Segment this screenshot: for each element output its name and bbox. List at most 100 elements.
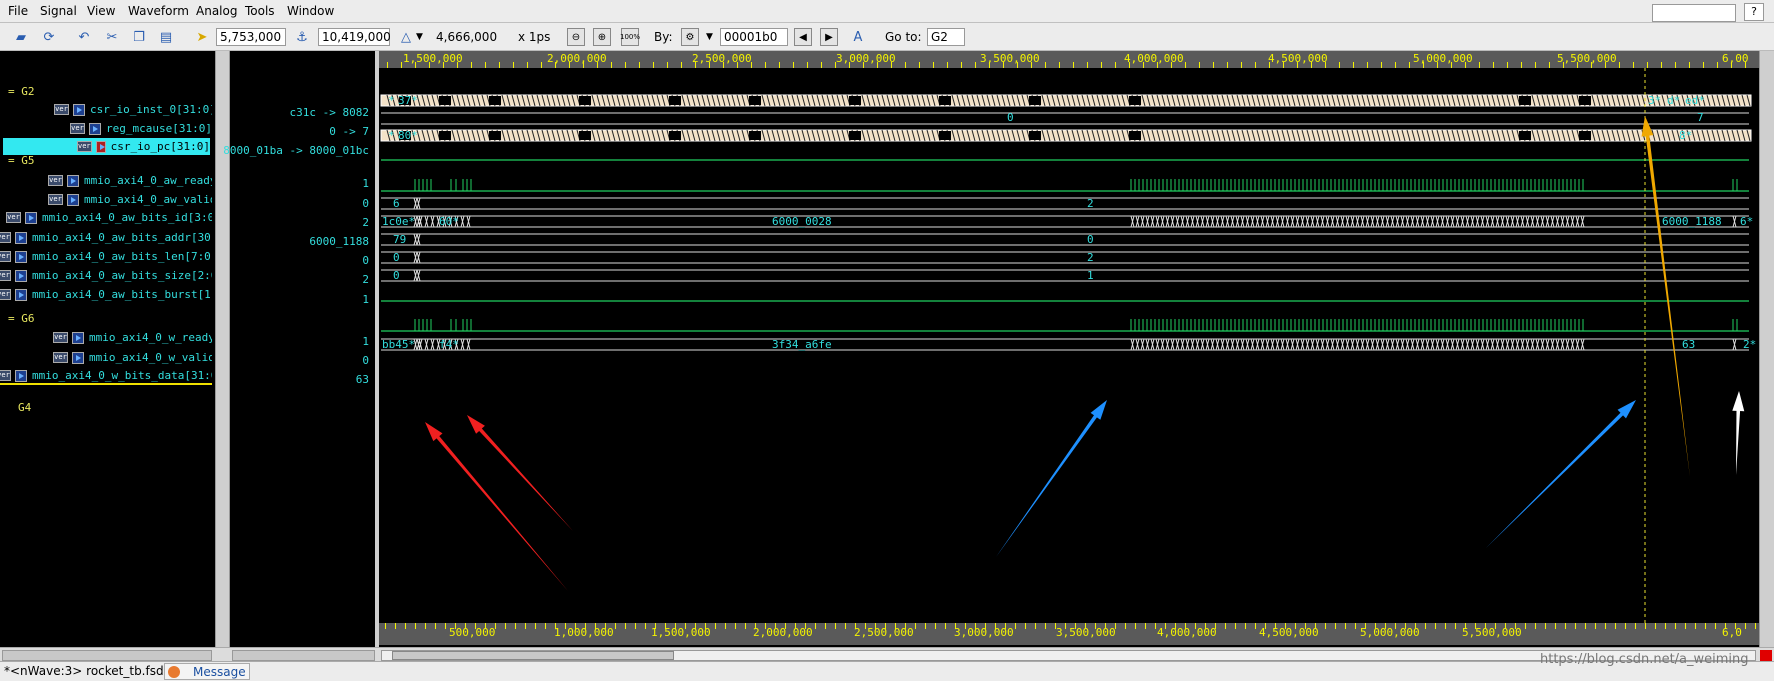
verilog-tag-icon: ver (0, 251, 11, 262)
vertical-scrollbar[interactable] (1759, 51, 1774, 647)
search-by-icon[interactable]: ⚙ (681, 28, 699, 46)
panel-splitter[interactable] (215, 51, 230, 647)
bus-transition (416, 233, 421, 246)
ruler-tick (1175, 623, 1176, 629)
bus-transition (1480, 338, 1485, 351)
menu-window[interactable]: Window (287, 4, 334, 18)
open-folder-icon[interactable]: ▰ (12, 28, 30, 46)
bus-transition (1255, 215, 1260, 228)
group-g5[interactable]: = G5 (8, 154, 35, 167)
signal-row[interactable]: ver mmio_axi4_0_aw_valid (48, 191, 212, 208)
ruler-tick-label: 4,500,000 (1259, 626, 1319, 639)
signal-row[interactable]: ver mmio_axi4_0_aw_bits_id[3:0] (6, 209, 212, 226)
ruler-tick (745, 623, 746, 629)
bus-gap (1519, 131, 1531, 140)
bus-transition (1530, 338, 1535, 351)
bus-transition (1405, 215, 1410, 228)
bus-transition (1305, 338, 1310, 351)
search-by-dropdown-icon[interactable]: ▼ (706, 28, 713, 46)
ruler-tick (605, 623, 606, 629)
values-hscrollbar[interactable] (232, 650, 375, 661)
output-port-icon (15, 288, 27, 301)
signal-row[interactable]: ver mmio_axi4_0_w_bits_data[31:0] (0, 368, 212, 385)
zoom-out-icon[interactable]: ⊖ (567, 28, 585, 46)
menu-signal[interactable]: Signal (40, 4, 77, 18)
waveform-canvas[interactable]: 1,500,000 2,000,000 2,500,000 3,000,000 3,50… (379, 51, 1759, 647)
group-g2[interactable]: = G2 (8, 85, 35, 98)
bus-transition (1530, 215, 1535, 228)
signal-row-selected[interactable]: ver csr_io_pc[31:0] (3, 138, 210, 155)
ruler-tick (1715, 623, 1716, 629)
wave-label: d* (1667, 94, 1681, 107)
bus-transition (1732, 338, 1737, 351)
signal-row[interactable]: ver mmio_axi4_0_aw_bits_size[2:0] (0, 267, 212, 284)
menu-waveform[interactable]: Waveform (128, 4, 189, 18)
ruler-tick (595, 623, 596, 629)
bus-transition (1495, 338, 1500, 351)
ruler-tick (725, 623, 726, 629)
bus-gap (749, 131, 761, 140)
window-tab[interactable]: *<nWave:3> rocket_tb.fsdb (4, 664, 171, 678)
ruler-tick (965, 623, 966, 629)
bus-transition (1515, 338, 1520, 351)
paste-icon[interactable]: ▤ (157, 28, 175, 46)
auto-search-icon[interactable]: A (849, 28, 867, 46)
signal-value: 1 (362, 293, 369, 306)
help-icon[interactable]: ? (1744, 3, 1764, 21)
search-next-icon[interactable]: ▶ (820, 28, 838, 46)
signal-row[interactable]: ver mmio_axi4_0_w_valid (53, 349, 212, 366)
undo-icon[interactable]: ↶ (75, 28, 93, 46)
zoom-in-icon[interactable]: ⊕ (593, 28, 611, 46)
signal-row[interactable]: ver mmio_axi4_0_aw_bits_len[7:0] (0, 248, 212, 265)
verilog-tag-icon: ver (53, 332, 68, 343)
marker-icon[interactable]: ⚓ (293, 28, 311, 46)
cursor-pointer-icon[interactable]: ➤ (193, 28, 211, 46)
zoom-100-icon[interactable]: 100% (620, 28, 640, 46)
ruler-tick (1045, 623, 1046, 629)
bus-transition (1285, 215, 1290, 228)
ruler-tick (1585, 623, 1586, 629)
menu-tools[interactable]: Tools (245, 4, 275, 18)
ruler-tick (905, 623, 906, 629)
ruler-tick (465, 623, 466, 629)
signal-row[interactable]: ver reg_mcause[31:0] (70, 120, 212, 137)
marker-time-field[interactable]: 10,419,000 (318, 28, 391, 46)
goto-select[interactable]: G2 (927, 28, 965, 46)
delta-dropdown-icon[interactable]: ▼ (416, 28, 423, 46)
cursor-time-field[interactable]: 5,753,000 (216, 28, 286, 46)
search-value-select[interactable]: 00001b0 (720, 28, 788, 46)
message-tab[interactable]: Message (164, 663, 250, 680)
signal-row[interactable]: ver mmio_axi4_0_w_ready (53, 329, 212, 346)
waveform-scroll-thumb[interactable] (392, 651, 674, 660)
wave-label: bb45* (382, 338, 416, 351)
bus-transition (1445, 215, 1450, 228)
search-prev-icon[interactable]: ◀ (794, 28, 812, 46)
quick-search-input[interactable] (1652, 4, 1736, 22)
reload-icon[interactable]: ⟳ (40, 28, 58, 46)
ruler-tick (825, 623, 826, 629)
signal-row[interactable]: ver mmio_axi4_0_aw_ready (48, 172, 212, 189)
menu-file[interactable]: File (8, 4, 28, 18)
group-g6[interactable]: = G6 (8, 312, 35, 325)
signal-row[interactable]: ver csr_io_inst_0[31:0] (54, 101, 212, 118)
group-g4[interactable]: G4 (18, 401, 31, 414)
cut-icon[interactable]: ✂ (103, 28, 121, 46)
bus-transition (1240, 338, 1245, 351)
bus-transition (1140, 338, 1145, 351)
signal-row[interactable]: ver mmio_axi4_0_aw_bits_addr[30:0] (0, 229, 212, 246)
names-hscrollbar[interactable] (2, 650, 212, 661)
time-ruler-bottom[interactable]: 500,000 1,000,000 1,500,000 2,000,000 2,500,… (379, 623, 1759, 645)
menu-analog[interactable]: Analog (196, 4, 237, 18)
bus-transition (1290, 215, 1295, 228)
copy-icon[interactable]: ❐ (130, 28, 148, 46)
ruler-tick (485, 623, 486, 629)
signal-value: 2 (362, 216, 369, 229)
bus-transition (1210, 215, 1215, 228)
signal-row[interactable]: ver mmio_axi4_0_aw_bits_burst[1:0] (0, 286, 212, 303)
ruler-tick (1275, 623, 1276, 629)
menu-view[interactable]: View (87, 4, 115, 18)
wave-label: 63 (1682, 338, 1696, 351)
bus-transition (1335, 215, 1340, 228)
bus-transition (1195, 215, 1200, 228)
ruler-tick (1125, 623, 1126, 629)
